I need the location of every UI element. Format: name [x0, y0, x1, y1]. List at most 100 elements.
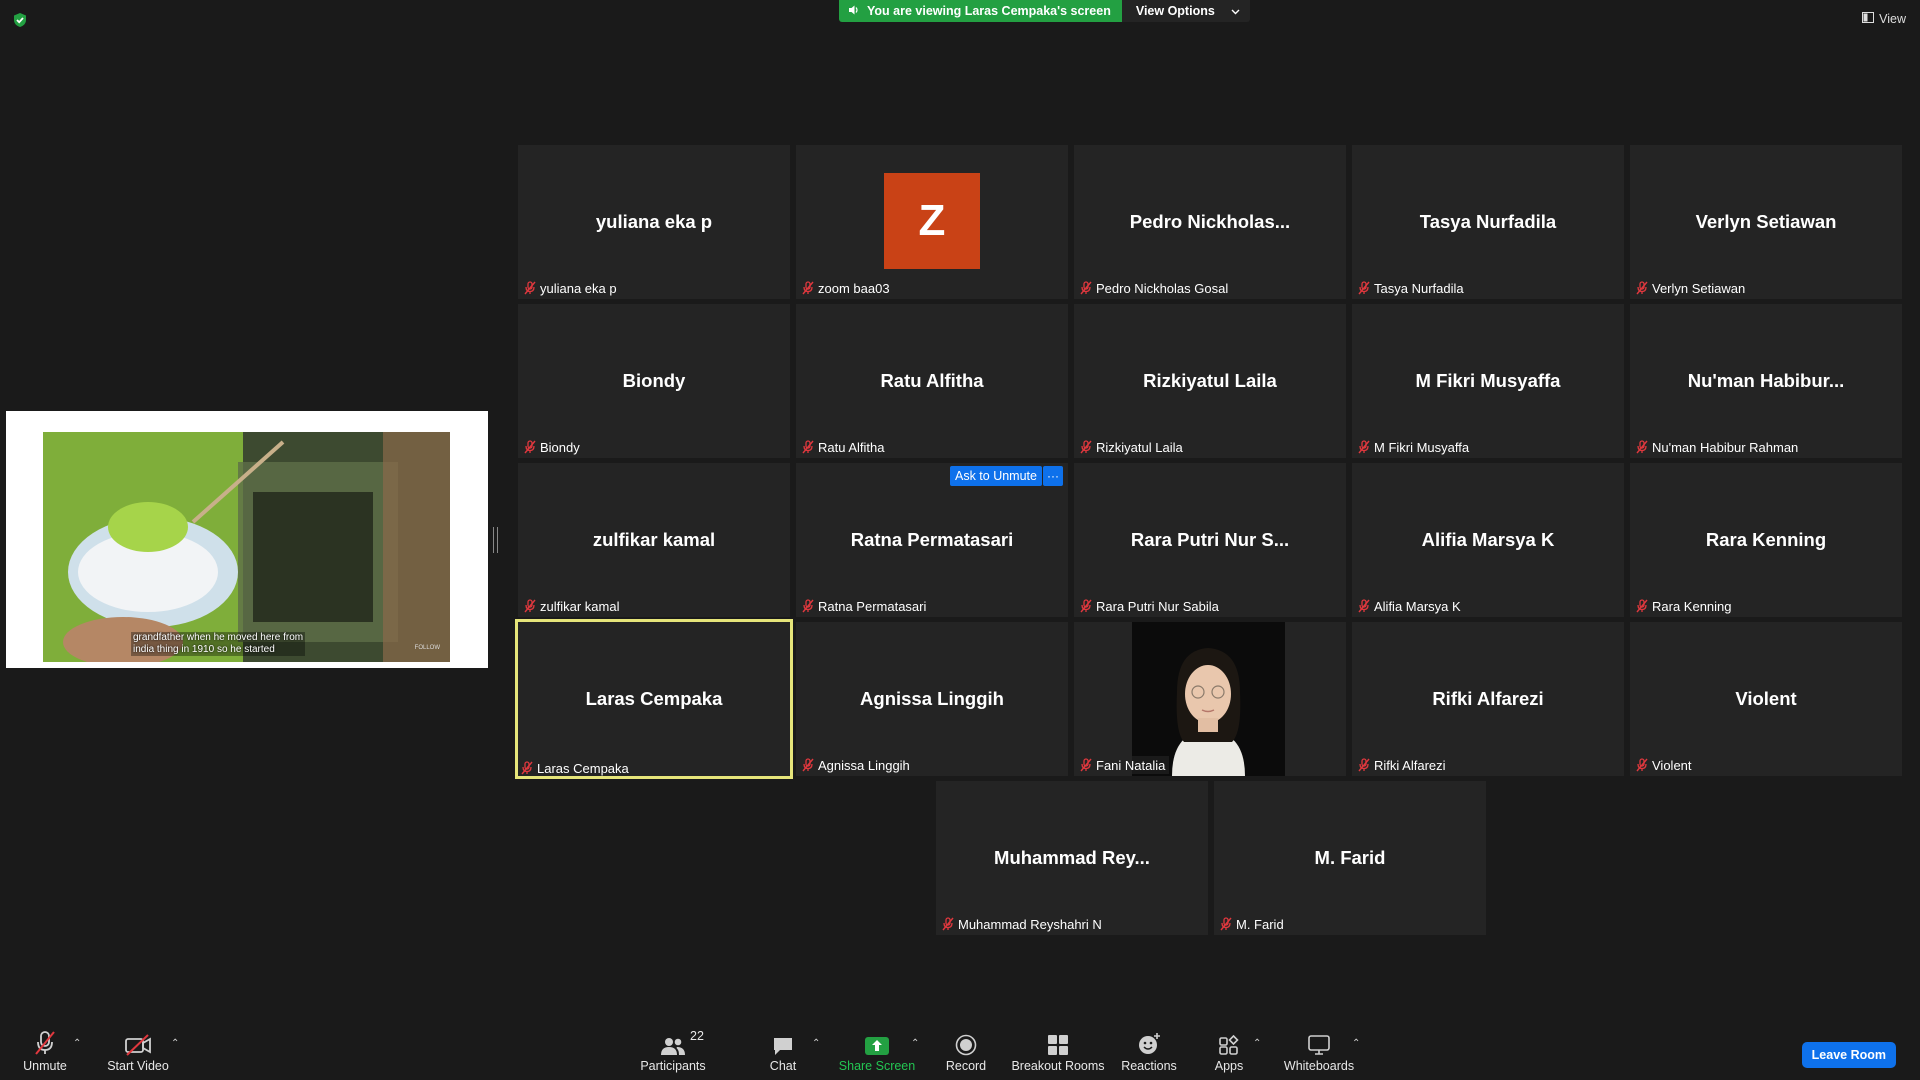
participant-name-label: M Fikri Musyaffa	[1374, 439, 1470, 455]
participant-tile[interactable]: Pedro Nickholas... Pedro Nickholas Gosal	[1074, 145, 1346, 299]
participant-tile[interactable]: Laras Cempaka Laras Cempaka	[515, 619, 793, 779]
start-video-button[interactable]: Start Video	[88, 1028, 188, 1073]
breakout-rooms-button[interactable]: Breakout Rooms	[1008, 1028, 1108, 1073]
participant-tile[interactable]: Tasya Nurfadila Tasya Nurfadila	[1352, 145, 1624, 299]
participant-tile[interactable]: Violent Violent	[1630, 622, 1902, 776]
reactions-smiley-icon	[1139, 1033, 1160, 1054]
microphone-muted-icon	[1080, 758, 1092, 772]
meeting-toolbar: Unmute ⌃ Start Video ⌃ 22 Participants C…	[0, 1028, 1920, 1080]
participant-nameplate: Rara Putri Nur Sabila	[1078, 597, 1223, 615]
participant-display-name: Ratu Alfitha	[880, 370, 984, 391]
whiteboards-options-chevron-icon[interactable]: ⌃	[1352, 1038, 1360, 1049]
participant-tile[interactable]: Zzoom baa03	[796, 145, 1068, 299]
participant-tile[interactable]: yuliana eka p yuliana eka p	[518, 145, 790, 299]
video-caption: grandfather when he moved here from indi…	[131, 632, 306, 656]
participant-tile[interactable]: zulfikar kamal zulfikar kamal	[518, 463, 790, 617]
participant-name-label: Ratna Permatasari	[818, 598, 927, 614]
apps-button[interactable]: Apps	[1179, 1028, 1279, 1073]
participant-name-label: Pedro Nickholas Gosal	[1096, 280, 1229, 296]
leave-room-button[interactable]: Leave Room	[1801, 1042, 1896, 1068]
participant-display-name: Alifia Marsya K	[1421, 529, 1555, 550]
whiteboards-button[interactable]: Whiteboards	[1269, 1028, 1369, 1073]
unmute-button[interactable]: Unmute	[0, 1028, 95, 1073]
chevron-down-icon	[1231, 4, 1240, 18]
participant-nameplate: Violent	[1634, 756, 1696, 774]
security-shield-icon[interactable]	[12, 12, 28, 28]
participant-nameplate: M. Farid	[1218, 915, 1288, 933]
microphone-muted-icon	[1358, 758, 1370, 772]
participant-tile[interactable]: M Fikri Musyaffa M Fikri Musyaffa	[1352, 304, 1624, 458]
participant-nameplate: zulfikar kamal	[522, 597, 624, 615]
video-options-chevron-icon[interactable]: ⌃	[171, 1038, 179, 1049]
panel-resize-handle[interactable]	[493, 527, 498, 553]
record-icon	[955, 1034, 977, 1056]
participant-tile[interactable]: Biondy Biondy	[518, 304, 790, 458]
record-button[interactable]: Record	[916, 1028, 1016, 1073]
participant-name-label: M. Farid	[1236, 916, 1284, 932]
participant-name-label: Fani Natalia	[1096, 757, 1166, 773]
participant-display-name: Tasya Nurfadila	[1419, 211, 1557, 232]
apps-options-chevron-icon[interactable]: ⌃	[1253, 1038, 1261, 1049]
participant-display-name: Rizkiyatul Laila	[1143, 370, 1277, 391]
view-options-label: View Options	[1135, 4, 1215, 18]
participant-name-label: Verlyn Setiawan	[1652, 280, 1746, 296]
participant-name-label: Rara Kenning	[1652, 598, 1732, 614]
chat-bubble-icon	[774, 1038, 792, 1055]
participant-tile[interactable]: Verlyn Setiawan Verlyn Setiawan	[1630, 145, 1902, 299]
ask-to-unmute-button[interactable]: Ask to Unmute	[950, 466, 1042, 486]
participant-display-name: Pedro Nickholas...	[1129, 211, 1291, 232]
participant-tile[interactable]: Rizkiyatul Laila Rizkiyatul Laila	[1074, 304, 1346, 458]
participant-nameplate: Verlyn Setiawan	[1634, 279, 1750, 297]
view-options-button[interactable]: View Options	[1121, 0, 1250, 22]
audio-options-chevron-icon[interactable]: ⌃	[73, 1038, 81, 1049]
participant-tile[interactable]: Agnissa Linggih Agnissa Linggih	[796, 622, 1068, 776]
participant-tile[interactable]: Rara Kenning Rara Kenning	[1630, 463, 1902, 617]
participant-name-label: Biondy	[540, 439, 580, 455]
microphone-muted-icon	[1220, 917, 1232, 931]
camera-off-icon	[125, 1034, 151, 1056]
participant-display-name: yuliana eka p	[595, 211, 713, 232]
participant-nameplate: Biondy	[522, 438, 584, 456]
view-layout-button[interactable]: View	[1862, 12, 1906, 26]
shared-screen-panel[interactable]: grandfather when he moved here from indi…	[6, 411, 488, 668]
participant-display-name: Ratna Permatasari	[850, 529, 1014, 550]
participant-tile[interactable]: Muhammad Rey... Muhammad Reyshahri N	[936, 781, 1208, 935]
participants-button[interactable]: 22 Participants	[623, 1028, 723, 1073]
microphone-muted-icon	[802, 281, 814, 295]
microphone-muted-icon	[1636, 281, 1648, 295]
participant-name-label: Tasya Nurfadila	[1374, 280, 1464, 296]
participant-tile[interactable]: Alifia Marsya K Alifia Marsya K	[1352, 463, 1624, 617]
microphone-muted-icon	[1358, 281, 1370, 295]
participant-name-label: Laras Cempaka	[537, 760, 629, 776]
participant-display-name: Violent	[1735, 688, 1797, 709]
participant-tile[interactable]: Ratna Permatasari Ratna Permatasari	[796, 463, 1068, 617]
microphone-muted-icon	[942, 917, 954, 931]
participant-tile[interactable]: M. Farid M. Farid	[1214, 781, 1486, 935]
microphone-muted-icon	[802, 758, 814, 772]
participant-tile[interactable]: Nu'man Habibur... Nu'man Habibur Rahman	[1630, 304, 1902, 458]
microphone-muted-icon	[1358, 440, 1370, 454]
participant-tile[interactable]: Rara Putri Nur S... Rara Putri Nur Sabila	[1074, 463, 1346, 617]
participant-display-name: Nu'man Habibur...	[1687, 370, 1845, 391]
grid-layout-icon	[1862, 12, 1875, 26]
microphone-muted-icon	[802, 440, 814, 454]
participant-nameplate: Laras Cempaka	[519, 759, 633, 776]
participant-nameplate: Muhammad Reyshahri N	[940, 915, 1106, 933]
participant-tile[interactable]: Ratu Alfitha Ratu Alfitha	[796, 304, 1068, 458]
microphone-muted-icon	[35, 1031, 55, 1055]
participant-name-label: Rizkiyatul Laila	[1096, 439, 1183, 455]
participant-tile[interactable]: Rifki Alfarezi Rifki Alfarezi	[1352, 622, 1624, 776]
participant-name-label: Violent	[1652, 757, 1692, 773]
participant-video-feed	[1132, 622, 1285, 776]
participant-name-label: Ratu Alfitha	[818, 439, 885, 455]
more-options-button[interactable]: ···	[1043, 466, 1063, 486]
share-screen-button[interactable]: Share Screen	[827, 1028, 927, 1073]
microphone-muted-icon	[524, 440, 536, 454]
participant-display-name: Rifki Alfarezi	[1432, 688, 1544, 709]
chat-options-chevron-icon[interactable]: ⌃	[812, 1038, 820, 1049]
viewing-status-pill: You are viewing Laras Cempaka's screen	[839, 0, 1122, 22]
participant-name-label: Rara Putri Nur Sabila	[1096, 598, 1219, 614]
participant-name-label: Alifia Marsya K	[1374, 598, 1461, 614]
participant-tile[interactable]: Fani Natalia	[1074, 622, 1346, 776]
chat-button[interactable]: Chat	[733, 1028, 833, 1073]
